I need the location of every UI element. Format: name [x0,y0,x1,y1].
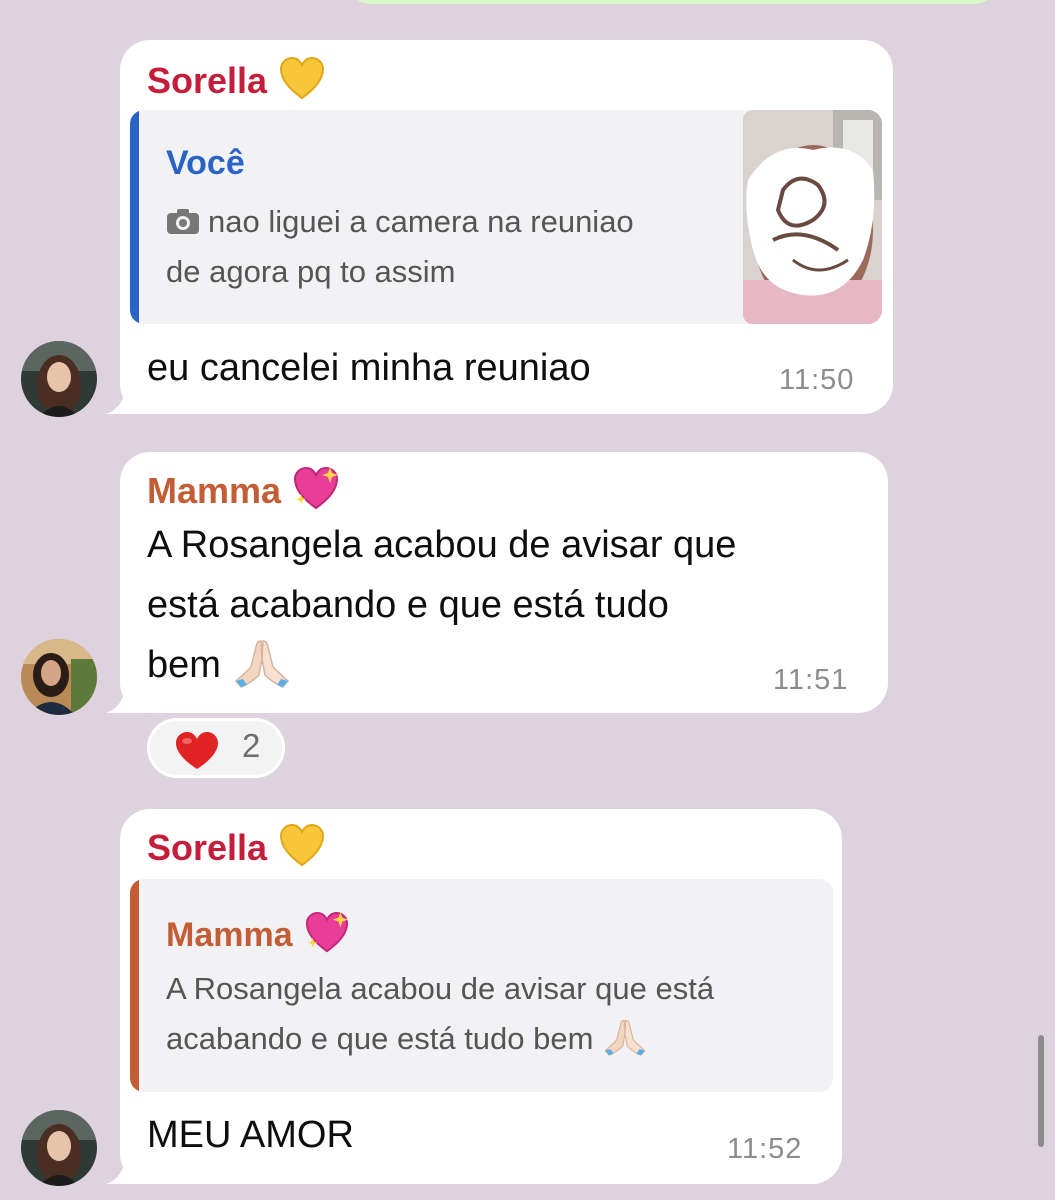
bubble-tail [106,1154,146,1184]
message-bubble-3[interactable]: Sorella Mamma A Rosangela acabou de avis… [106,809,842,1184]
outgoing-message-bubble[interactable] [345,0,1000,4]
scrollbar[interactable] [1038,1035,1044,1147]
red-heart-icon [174,731,220,771]
bubble-tail [106,384,146,414]
reply-quote[interactable]: Mamma A Rosangela acabou de avisar que e… [130,879,833,1092]
sparkling-heart-icon [293,466,339,512]
reply-quote-bar [130,879,139,1092]
sender-name[interactable]: Sorella [147,56,325,103]
reaction-pill[interactable]: 2 [147,718,285,778]
avatar-mamma[interactable] [21,639,97,715]
reply-line: nao liguei a camera na reuniao [166,202,634,242]
reply-line: acabando e que está tudo bem [166,1017,647,1059]
message-time: 11:50 [779,364,855,396]
reply-line: A Rosangela acabou de avisar que está [166,971,715,1006]
reaction-count: 2 [242,727,261,764]
message-text-line: A Rosangela acabou de avisar que [147,524,737,566]
yellow-heart-icon [279,56,325,102]
reply-photo-thumbnail[interactable] [743,110,882,324]
avatar-sorella[interactable] [21,341,97,417]
reply-author: Você [166,144,245,182]
message-time: 11:51 [773,664,849,696]
message-bubble-1[interactable]: Sorella Você nao liguei a camera na reun… [106,40,893,414]
reply-quote[interactable]: Você nao liguei a camera na reuniao de a… [130,110,882,324]
yellow-heart-icon [279,823,325,869]
sparkling-heart-icon [305,911,349,955]
bubble-tail [106,683,146,713]
message-time: 11:52 [727,1133,803,1165]
reply-quote-bar [130,110,139,324]
sender-name[interactable]: Sorella [147,823,325,870]
message-text: MEU AMOR [147,1114,354,1156]
sender-name[interactable]: Mamma [147,466,339,513]
avatar-sorella[interactable] [21,1110,97,1186]
message-text-line: está acabando e que está tudo [147,584,669,626]
reply-author: Mamma [166,911,349,955]
message-text-line: bem [147,636,291,694]
folded-hands-icon [233,637,291,689]
message-bubble-2[interactable]: Mamma A Rosangela acabou de avisar que e… [106,452,888,713]
camera-icon [166,205,200,234]
message-text: eu cancelei minha reuniao [147,347,591,389]
reply-line: de agora pq to assim [166,254,456,289]
folded-hands-icon [603,1017,647,1057]
